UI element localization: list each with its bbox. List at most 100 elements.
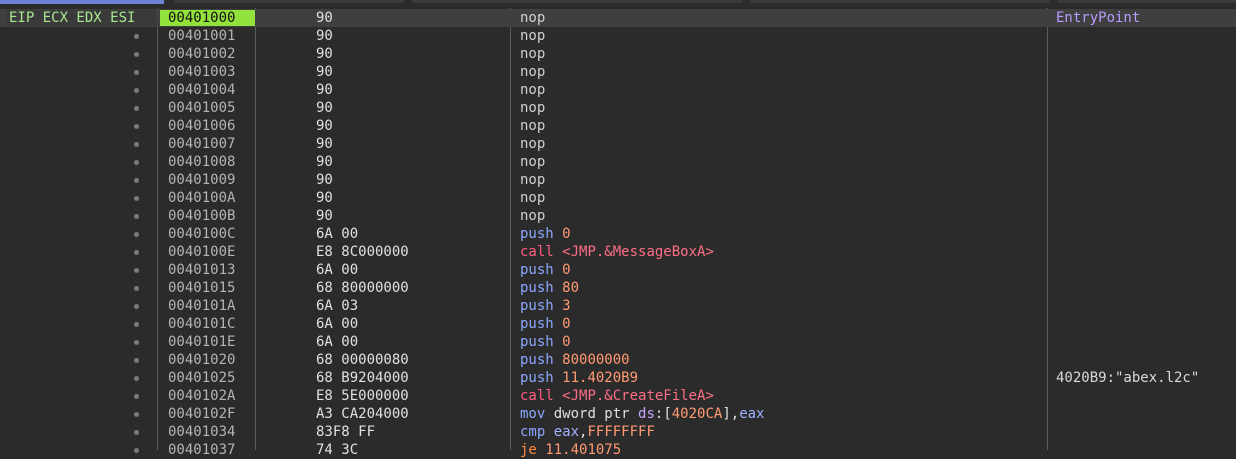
address-cell[interactable]: 0040101E <box>168 333 235 351</box>
table-row[interactable]: 0040101E 6A 00 push 0 <box>0 333 1236 351</box>
instruction-cell[interactable]: push 0 <box>520 333 571 351</box>
table-row[interactable]: 0040102A E8 5E000000 call <JMP.&CreateFile… <box>0 387 1236 405</box>
table-row[interactable]: 0040101A 6A 03 push 3 <box>0 297 1236 315</box>
instruction-cell[interactable]: push 0 <box>520 315 571 333</box>
address-cell[interactable]: 00401034 <box>168 423 235 441</box>
instruction-cell[interactable]: nop <box>520 9 545 27</box>
disassembly-view[interactable]: EIP ECX EDX ESI 00401000 90 nop EntryPoint 00… <box>0 0 1236 458</box>
instruction-cell[interactable]: nop <box>520 153 545 171</box>
address-cell[interactable]: 00401008 <box>168 153 235 171</box>
address-cell[interactable]: 0040100B <box>168 207 235 225</box>
address-cell[interactable]: 00401025 <box>168 369 235 387</box>
table-row[interactable]: 00401003 90 nop <box>0 63 1236 81</box>
address-cell[interactable]: 00401005 <box>168 99 235 117</box>
breakpoint-dot-icon[interactable] <box>134 286 139 291</box>
table-row[interactable]: 0040100C 6A 00 push 0 <box>0 225 1236 243</box>
instruction-cell[interactable]: push 80000000 <box>520 351 630 369</box>
table-row[interactable]: 00401034 83F8 FF cmp eax,FFFFFFFF <box>0 423 1236 441</box>
instruction-cell[interactable]: call <JMP.&MessageBoxA> <box>520 243 714 261</box>
instruction-cell[interactable]: push 3 <box>520 297 571 315</box>
table-row[interactable]: 0040100E E8 8C000000 call <JMP.&MessageBox… <box>0 243 1236 261</box>
table-row[interactable]: 00401013 6A 00 push 0 <box>0 261 1236 279</box>
instruction-cell[interactable]: nop <box>520 171 545 189</box>
breakpoint-dot-icon[interactable] <box>134 88 139 93</box>
table-row[interactable]: 00401008 90 nop <box>0 153 1236 171</box>
breakpoint-dot-icon[interactable] <box>134 448 139 453</box>
address-cell[interactable]: 0040101C <box>168 315 235 333</box>
address-cell[interactable]: 00401020 <box>168 351 235 369</box>
instruction-cell[interactable]: nop <box>520 45 545 63</box>
breakpoint-dot-icon[interactable] <box>134 142 139 147</box>
instruction-cell[interactable]: nop <box>520 135 545 153</box>
breakpoint-dot-icon[interactable] <box>134 214 139 219</box>
address-cell[interactable]: 00401037 <box>168 441 235 459</box>
instruction-cell[interactable]: nop <box>520 189 545 207</box>
address-cell[interactable]: 00401000 <box>160 10 255 26</box>
instruction-cell[interactable]: push 11.4020B9 <box>520 369 638 387</box>
instruction-cell[interactable]: je 11.401075 <box>520 441 621 459</box>
address-cell[interactable]: 0040102F <box>168 405 235 423</box>
instruction-cell[interactable]: cmp eax,FFFFFFFF <box>520 423 655 441</box>
breakpoint-dot-icon[interactable] <box>134 52 139 57</box>
table-row[interactable]: 0040100B 90 nop <box>0 207 1236 225</box>
breakpoint-dot-icon[interactable] <box>134 358 139 363</box>
active-tab-indicator[interactable] <box>0 0 164 4</box>
address-cell[interactable]: 0040102A <box>168 387 235 405</box>
table-row[interactable]: 00401006 90 nop <box>0 117 1236 135</box>
table-row[interactable]: 0040100A 90 nop <box>0 189 1236 207</box>
table-row[interactable]: 00401015 68 80000000 push 80 <box>0 279 1236 297</box>
breakpoint-dot-icon[interactable] <box>134 376 139 381</box>
instruction-cell[interactable]: push 0 <box>520 225 571 243</box>
breakpoint-dot-icon[interactable] <box>134 124 139 129</box>
breakpoint-dot-icon[interactable] <box>134 304 139 309</box>
table-row[interactable]: 00401037 74 3C je 11.401075 <box>0 441 1236 459</box>
address-cell[interactable]: 0040101A <box>168 297 235 315</box>
instruction-cell[interactable]: nop <box>520 81 545 99</box>
address-cell[interactable]: 00401015 <box>168 279 235 297</box>
table-row[interactable]: 00401002 90 nop <box>0 45 1236 63</box>
breakpoint-dot-icon[interactable] <box>134 322 139 327</box>
table-row[interactable]: 00401025 68 B9204000 push 11.4020B9 4020B9:… <box>0 369 1236 387</box>
breakpoint-dot-icon[interactable] <box>134 232 139 237</box>
breakpoint-dot-icon[interactable] <box>134 430 139 435</box>
address-cell[interactable]: 0040100A <box>168 189 235 207</box>
address-cell[interactable]: 00401007 <box>168 135 235 153</box>
breakpoint-dot-icon[interactable] <box>134 394 139 399</box>
instruction-cell[interactable]: mov dword ptr ds:[4020CA],eax <box>520 405 764 423</box>
instruction-cell[interactable]: call <JMP.&CreateFileA> <box>520 387 714 405</box>
address-cell[interactable]: 00401004 <box>168 81 235 99</box>
address-cell[interactable]: 00401003 <box>168 63 235 81</box>
breakpoint-dot-icon[interactable] <box>134 34 139 39</box>
breakpoint-dot-icon[interactable] <box>134 412 139 417</box>
instruction-cell[interactable]: nop <box>520 207 545 225</box>
address-cell[interactable]: 0040100C <box>168 225 235 243</box>
table-row[interactable]: 00401009 90 nop <box>0 171 1236 189</box>
table-row[interactable]: 0040101C 6A 00 push 0 <box>0 315 1236 333</box>
breakpoint-dot-icon[interactable] <box>134 340 139 345</box>
address-cell[interactable]: 00401013 <box>168 261 235 279</box>
instruction-cell[interactable]: push 0 <box>520 261 571 279</box>
address-cell[interactable]: 00401002 <box>168 45 235 63</box>
table-row[interactable]: EIP ECX EDX ESI 00401000 90 nop EntryPoint <box>0 9 1236 27</box>
instruction-cell[interactable]: push 80 <box>520 279 579 297</box>
breakpoint-dot-icon[interactable] <box>134 178 139 183</box>
instruction-cell[interactable]: nop <box>520 27 545 45</box>
table-row[interactable]: 00401020 68 00000080 push 80000000 <box>0 351 1236 369</box>
table-row[interactable]: 00401007 90 nop <box>0 135 1236 153</box>
table-row[interactable]: 00401005 90 nop <box>0 99 1236 117</box>
instruction-cell[interactable]: nop <box>520 117 545 135</box>
table-row[interactable]: 0040102F A3 CA204000 mov dword ptr ds:[402… <box>0 405 1236 423</box>
breakpoint-dot-icon[interactable] <box>134 250 139 255</box>
instruction-cell[interactable]: nop <box>520 99 545 117</box>
breakpoint-dot-icon[interactable] <box>134 196 139 201</box>
address-cell[interactable]: 00401001 <box>168 27 235 45</box>
table-row[interactable]: 00401001 90 nop <box>0 27 1236 45</box>
breakpoint-dot-icon[interactable] <box>134 268 139 273</box>
instruction-cell[interactable]: nop <box>520 63 545 81</box>
address-cell[interactable]: 00401009 <box>168 171 235 189</box>
breakpoint-dot-icon[interactable] <box>134 160 139 165</box>
table-row[interactable]: 00401004 90 nop <box>0 81 1236 99</box>
address-cell[interactable]: 0040100E <box>168 243 235 261</box>
address-cell[interactable]: 00401006 <box>168 117 235 135</box>
breakpoint-dot-icon[interactable] <box>134 106 139 111</box>
